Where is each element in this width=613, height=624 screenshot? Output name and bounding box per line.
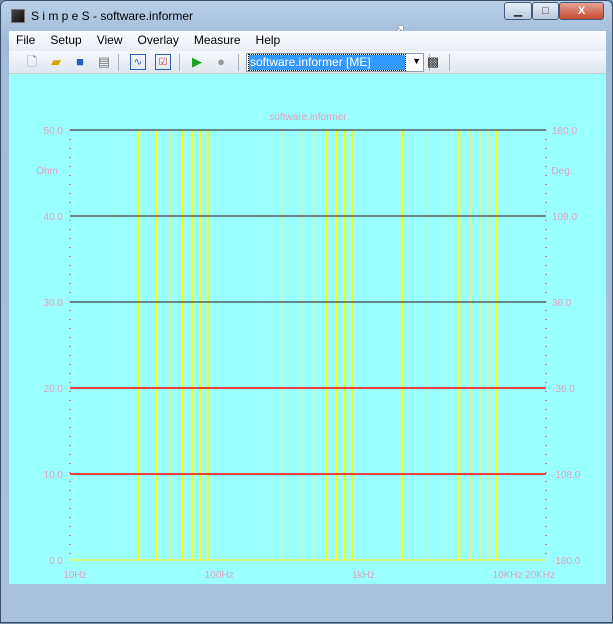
x-tick-label: 10KHz <box>493 570 523 581</box>
right-tick-label: 108.0 <box>552 212 577 223</box>
left-tick-label: 20.0 <box>44 384 64 395</box>
app-window: S i m p e S - software.informer ▁ □ X ➚ … <box>0 0 613 623</box>
left-axis-label: Ohm <box>36 166 58 177</box>
x-tick-label: 20KHz <box>525 570 555 581</box>
left-tick-label: 30.0 <box>44 298 64 309</box>
left-tick-label: 40.0 <box>44 212 64 223</box>
plot-area[interactable]: 0.0 -180.0 10.0 -108.0 20.0 -36.0 30.0 36.0 40.0… <box>9 74 606 584</box>
x-tick-label: 100Hz <box>205 570 234 581</box>
x-tick-label: 1kHz <box>352 570 375 581</box>
left-tick-label: 10.0 <box>44 470 64 481</box>
right-tick-label: 180.0 <box>552 126 577 137</box>
left-tick-label: 50.0 <box>44 126 64 137</box>
right-tick-label: -108.0 <box>552 470 581 481</box>
right-tick-label: -180.0 <box>552 556 581 567</box>
x-tick-label: 10Hz <box>63 570 86 581</box>
right-axis-label: Deg. <box>551 166 572 177</box>
impedance-chart: 0.0 -180.0 10.0 -108.0 20.0 -36.0 30.0 36.0 40.0… <box>36 112 581 581</box>
left-tick-label: 0.0 <box>49 556 63 567</box>
right-tick-label: -36.0 <box>552 384 575 395</box>
right-tick-label: 36.0 <box>552 298 572 309</box>
chart-title: software.informer <box>269 112 347 123</box>
